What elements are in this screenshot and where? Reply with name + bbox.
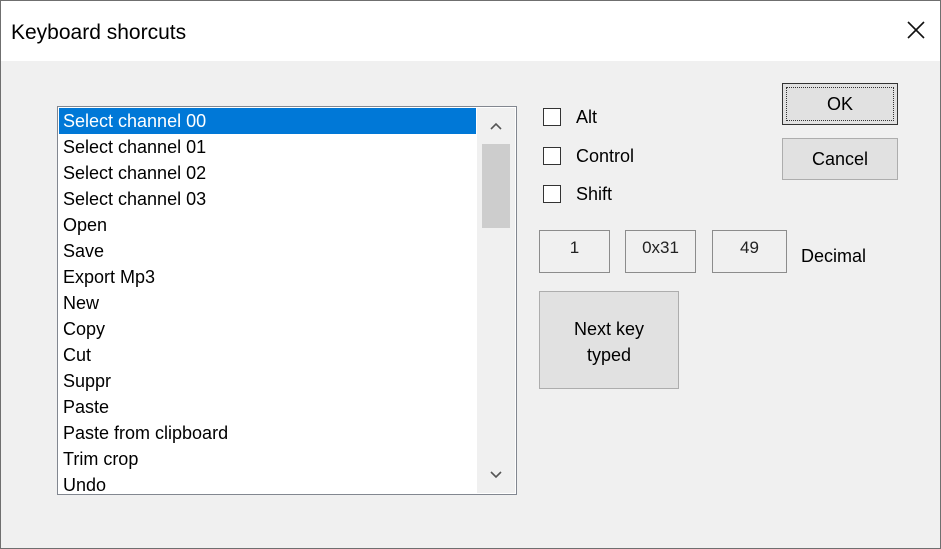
list-item[interactable]: Cut [59, 342, 476, 368]
next-key-typed-button[interactable]: Next key typed [539, 291, 679, 389]
list-item[interactable]: Trim crop [59, 446, 476, 472]
list-item[interactable]: Open [59, 212, 476, 238]
ok-label: OK [826, 93, 853, 114]
dialog-title: Keyboard shorcuts [11, 21, 187, 44]
close-icon [907, 21, 925, 39]
chevron-up-icon [490, 122, 502, 130]
scroll-thumb[interactable] [482, 144, 510, 228]
next-key-label-line2: typed [586, 345, 632, 365]
alt-checkbox[interactable] [543, 108, 561, 126]
scroll-down-button[interactable] [477, 457, 515, 493]
list-item[interactable]: Copy [59, 316, 476, 342]
alt-checkbox-row[interactable]: Alt [543, 104, 597, 130]
vertical-scrollbar[interactable] [477, 108, 515, 493]
close-button[interactable] [898, 12, 934, 48]
shift-label: Shift [576, 183, 613, 204]
shift-checkbox-row[interactable]: Shift [543, 181, 612, 207]
key-hex-field: 0x31 [625, 230, 696, 273]
key-decimal-field: 49 [712, 230, 787, 273]
list-item[interactable]: Select channel 03 [59, 186, 476, 212]
list-item[interactable]: Suppr [59, 368, 476, 394]
shortcut-listbox[interactable]: Select channel 00 Select channel 01 Select… [57, 106, 517, 495]
chevron-down-icon [490, 471, 502, 479]
list-item[interactable]: Select channel 01 [59, 134, 476, 160]
scroll-up-button[interactable] [477, 108, 515, 144]
next-key-label-line1: Next key [573, 319, 645, 339]
list-item[interactable]: New [59, 290, 476, 316]
shift-checkbox[interactable] [543, 185, 561, 203]
cancel-button[interactable]: Cancel [782, 138, 898, 180]
list-item[interactable]: Select channel 00 [59, 108, 476, 134]
control-checkbox[interactable] [543, 147, 561, 165]
decimal-label: Decimal [801, 246, 867, 266]
control-checkbox-row[interactable]: Control [543, 143, 634, 169]
ok-button[interactable]: OK [782, 83, 898, 125]
list-item[interactable]: Paste [59, 394, 476, 420]
list-item[interactable]: Undo [59, 472, 476, 493]
shortcut-list[interactable]: Select channel 00 Select channel 01 Select… [59, 108, 476, 493]
list-item[interactable]: Paste from clipboard [59, 420, 476, 446]
alt-label: Alt [576, 106, 598, 127]
list-item[interactable]: Save [59, 238, 476, 264]
title-bar: Keyboard shorcuts [1, 1, 940, 61]
cancel-label: Cancel [811, 148, 869, 169]
list-item[interactable]: Export Mp3 [59, 264, 476, 290]
list-item[interactable]: Select channel 02 [59, 160, 476, 186]
key-char-field: 1 [539, 230, 610, 273]
control-label: Control [576, 145, 635, 166]
keyboard-shortcuts-dialog: Keyboard shorcuts Select channel 00 Selec… [0, 0, 941, 549]
